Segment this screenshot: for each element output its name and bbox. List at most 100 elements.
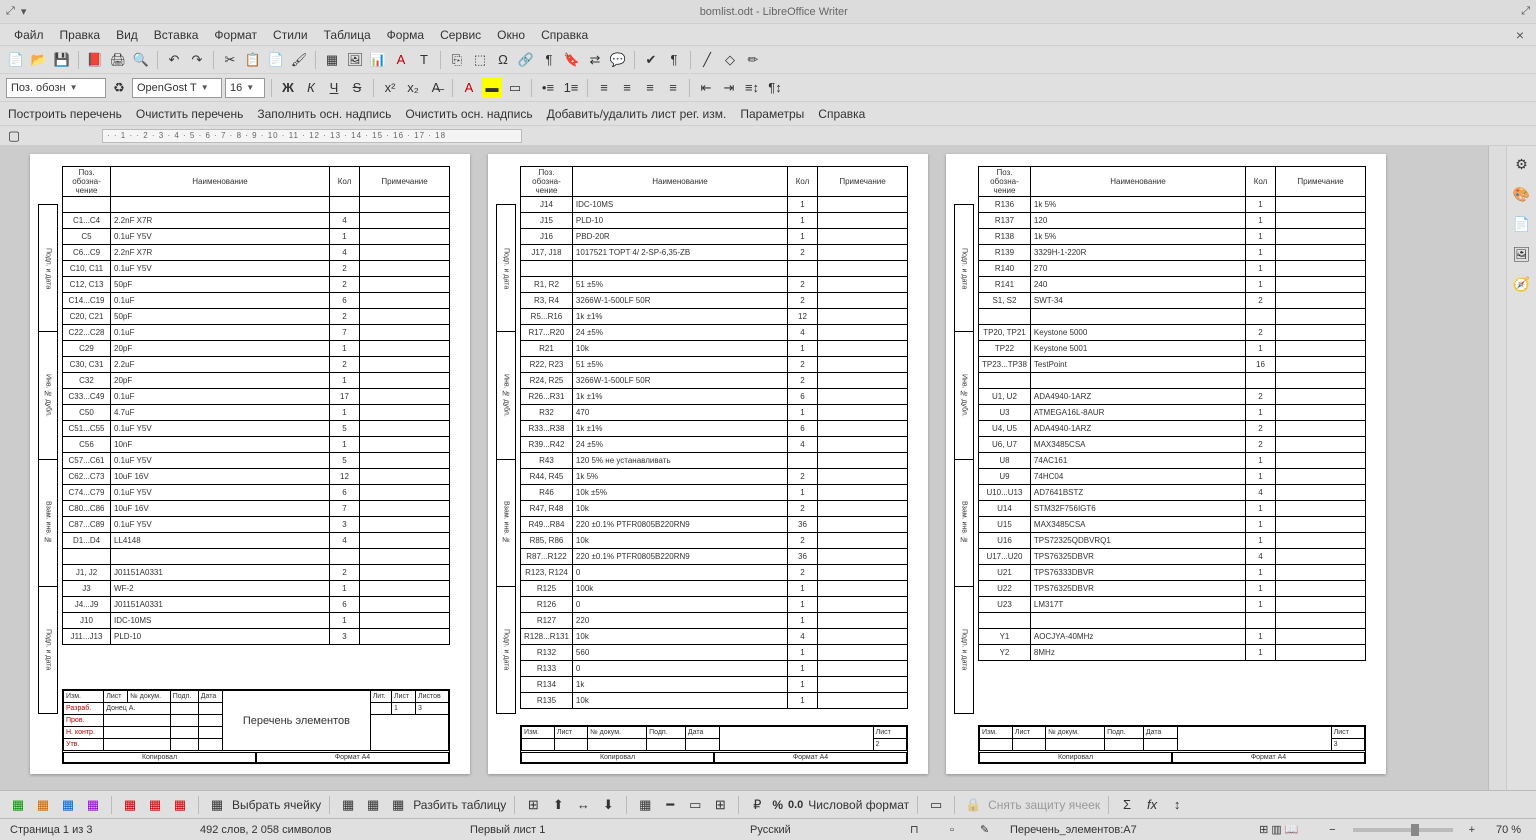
currency-icon[interactable]: ₽ [747, 795, 767, 815]
para-spacing-icon[interactable]: ¶↕ [765, 78, 785, 98]
table-row[interactable]: J11...J13PLD-103 [63, 629, 450, 645]
sidebar-properties-icon[interactable]: ⚙ [1512, 154, 1532, 174]
table-row[interactable]: R13510k1 [521, 693, 908, 709]
table-icon[interactable]: ▦ [322, 50, 342, 70]
table-row[interactable]: U1, U2ADA4940-1ARZ2 [979, 389, 1366, 405]
horizontal-ruler[interactable]: · · 1 · · 2 · 3 · 4 · 5 · 6 · 7 · 8 · 9 … [102, 129, 522, 143]
table-row[interactable]: R33...R381k ±1%6 [521, 421, 908, 437]
table-row[interactable]: R1393329H-1-220R1 [979, 245, 1366, 261]
font-color-icon[interactable]: A [459, 78, 479, 98]
menu-insert[interactable]: Вставка [146, 25, 207, 45]
status-zoom-in[interactable]: + [1459, 824, 1486, 836]
numbered-icon[interactable]: 1≡ [561, 78, 581, 98]
redo-icon[interactable]: ↷ [187, 50, 207, 70]
table-row[interactable]: R1371201 [979, 213, 1366, 229]
split-table-icon[interactable]: ▦ [388, 795, 408, 815]
status-sig[interactable]: ✎ [970, 823, 1000, 836]
status-cellref[interactable]: Перечень_элементов:A7 [1000, 824, 1249, 836]
table-row[interactable]: R1272201 [521, 613, 908, 629]
border-style-icon[interactable]: ━ [660, 795, 680, 815]
vertical-scrollbar[interactable] [1488, 146, 1506, 790]
table-row[interactable]: R17...R2024 ±5%4 [521, 325, 908, 341]
table-row[interactable]: R1412401 [979, 277, 1366, 293]
table-row[interactable]: C50.1uF Y5V1 [63, 229, 450, 245]
expand-icon[interactable]: ⤢ [6, 5, 15, 18]
table-row[interactable]: R13301 [521, 661, 908, 677]
table-row[interactable]: R1402701 [979, 261, 1366, 277]
percent-label[interactable]: % [772, 798, 783, 812]
subscript-icon[interactable]: x₂ [403, 78, 423, 98]
table-row[interactable]: R47, R4810k2 [521, 501, 908, 517]
clear-list-button[interactable]: Очистить перечень [136, 107, 244, 121]
minimize-icon[interactable]: ⤢ [1521, 5, 1530, 18]
table-row[interactable]: J1, J2J01151A03312 [63, 565, 450, 581]
table-row[interactable]: U14STM32F756IGT61 [979, 501, 1366, 517]
table-row[interactable]: U3ATMEGA16L-8AUR1 [979, 405, 1366, 421]
bom-table-3[interactable]: Поз. обозна-чениеНаименованиеКолПримечан… [978, 166, 1366, 661]
table-row[interactable] [63, 549, 450, 565]
table-row[interactable]: U23LM317T1 [979, 597, 1366, 613]
table-row[interactable]: R324701 [521, 405, 908, 421]
status-zoom[interactable]: 70 % [1486, 824, 1536, 836]
sidebar-styles-icon[interactable]: 🎨 [1512, 184, 1532, 204]
table-row[interactable]: R1381k 5%1 [979, 229, 1366, 245]
sidebar-gallery-icon[interactable]: 🖼 [1512, 244, 1532, 264]
table-row[interactable]: R125100k1 [521, 581, 908, 597]
menu-format[interactable]: Формат [206, 25, 265, 45]
protect-icon[interactable]: 🔒 [963, 795, 983, 815]
specialchar-icon[interactable]: Ω [493, 50, 513, 70]
copy-icon[interactable]: 📋 [243, 50, 263, 70]
table-row[interactable] [521, 261, 908, 277]
table-row[interactable]: J10IDC-10MS1 [63, 613, 450, 629]
size-combo[interactable]: 16▼ [225, 78, 265, 98]
ruler-corner-icon[interactable]: ▢ [4, 126, 24, 146]
pages-container[interactable]: Подп. и датаИнв. № дубл.Взам. инв. №Подп… [0, 146, 1488, 790]
menu-tools[interactable]: Сервис [432, 25, 489, 45]
sidebar-page-icon[interactable]: 📄 [1512, 214, 1532, 234]
table-row[interactable]: R24, R253266W-1-500LF 50R2 [521, 373, 908, 389]
fontwork-icon[interactable]: A [391, 50, 411, 70]
print-icon[interactable]: 🖨 [108, 50, 128, 70]
table-row[interactable]: C51...C550.1uF Y5V5 [63, 421, 450, 437]
build-list-button[interactable]: Построить перечень [8, 107, 122, 121]
table-row[interactable]: C62...C7310uF 16V12 [63, 469, 450, 485]
decimal-label[interactable]: 0.0 [788, 799, 803, 811]
table-row[interactable] [979, 613, 1366, 629]
table-row[interactable]: U874AC1611 [979, 453, 1366, 469]
style-combo[interactable]: Поз. обозн▼ [6, 78, 106, 98]
highlight-icon[interactable]: ▬ [482, 78, 502, 98]
select-cell-icon[interactable]: ▦ [207, 795, 227, 815]
status-insert[interactable]: ⊓ [900, 823, 940, 836]
table-row[interactable]: C33...C490.1uF17 [63, 389, 450, 405]
bom-table-1[interactable]: Поз. обозна-чениеНаименованиеКолПримечан… [62, 166, 450, 645]
update-style-icon[interactable]: ♻ [109, 78, 129, 98]
table-row[interactable]: U6, U7MAX3485CSA2 [979, 437, 1366, 453]
table-row[interactable]: TP22Keystone 50011 [979, 341, 1366, 357]
italic-icon[interactable]: К [301, 78, 321, 98]
insert-col-right-icon[interactable]: ▦ [83, 795, 103, 815]
table-row[interactable]: J16PBD-20R1 [521, 229, 908, 245]
pdf-icon[interactable]: 📕 [85, 50, 105, 70]
numformat-label[interactable]: Числовой формат [808, 798, 909, 812]
table-row[interactable]: C80...C8610uF 16V7 [63, 501, 450, 517]
table-row[interactable]: R43120 5% не устанавливать [521, 453, 908, 469]
table-row[interactable]: R12601 [521, 597, 908, 613]
merge-cells-icon[interactable]: ▦ [338, 795, 358, 815]
align-bot-icon[interactable]: ⬇ [598, 795, 618, 815]
insert-row-above-icon[interactable]: ▦ [8, 795, 28, 815]
menu-styles[interactable]: Стили [265, 25, 316, 45]
bold-icon[interactable]: Ж [278, 78, 298, 98]
table-row[interactable]: C22...C280.1uF7 [63, 325, 450, 341]
table-row[interactable]: J4...J9J01151A03316 [63, 597, 450, 613]
align-left-icon[interactable]: ≡ [594, 78, 614, 98]
params-button[interactable]: Параметры [740, 107, 804, 121]
table-row[interactable]: U10...U13AD7641BSTZ4 [979, 485, 1366, 501]
table-row[interactable]: J3WF-21 [63, 581, 450, 597]
delete-col-icon[interactable]: ▦ [145, 795, 165, 815]
save-icon[interactable]: 💾 [52, 50, 72, 70]
table-row[interactable]: C20, C2150pF2 [63, 309, 450, 325]
table-row[interactable]: R4610k ±5%1 [521, 485, 908, 501]
clear-fmt-icon[interactable]: A̶ [426, 78, 446, 98]
comment-icon[interactable]: 💬 [608, 50, 628, 70]
textbox-icon[interactable]: T [414, 50, 434, 70]
